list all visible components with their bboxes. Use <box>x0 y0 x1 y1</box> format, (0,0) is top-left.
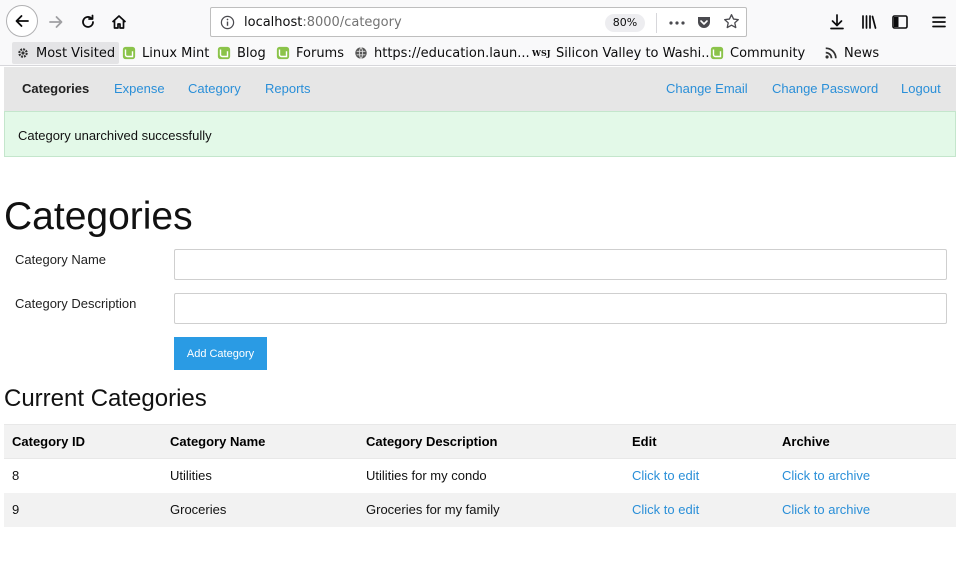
add-category-button[interactable]: Add Category <box>174 337 267 370</box>
bookmark-label: Silicon Valley to Washi... <box>556 45 714 61</box>
archive-link[interactable]: Click to archive <box>782 502 870 517</box>
archive-cell: Click to archive <box>774 492 956 527</box>
bookmark-news[interactable]: News <box>824 42 879 64</box>
bookmark-label: https://education.laun... <box>374 45 530 61</box>
bookmark-most-visited[interactable]: Most Visited <box>12 42 120 64</box>
bookmark-forums[interactable]: Forums <box>276 42 344 64</box>
page-content: Categories Expense Category Reports Chan… <box>4 67 956 571</box>
column-header-description: Category Description <box>358 424 624 459</box>
column-header-archive: Archive <box>774 424 956 459</box>
bookmark-label: Community <box>730 45 806 61</box>
linux-mint-icon <box>276 46 290 60</box>
nav-link-reports[interactable]: Reports <box>265 81 311 96</box>
edit-link[interactable]: Click to edit <box>632 502 699 517</box>
bookmark-linux-mint[interactable]: Linux Mint <box>122 42 209 64</box>
forward-button[interactable] <box>40 6 72 38</box>
linux-mint-icon <box>122 46 136 60</box>
bookmark-label: News <box>844 45 880 61</box>
bookmark-label: Linux Mint <box>142 45 210 61</box>
category-description-input[interactable] <box>174 293 947 324</box>
info-icon <box>220 15 235 30</box>
arrow-left-icon <box>15 15 29 27</box>
bookmark-education[interactable]: https://education.laun... <box>354 42 530 64</box>
browser-toolbar: localhost:8000/category 80% <box>0 0 956 40</box>
table-row: 8 Utilities Utilities for my condo Click… <box>4 458 956 493</box>
url-bar-divider <box>656 13 657 33</box>
page-title: Categories <box>4 195 193 238</box>
nav-brand[interactable]: Categories <box>22 81 89 96</box>
bookmark-label: Forums <box>296 45 344 61</box>
sidebar-icon <box>892 15 908 29</box>
top-navbar: Categories Expense Category Reports Chan… <box>4 67 956 111</box>
table-header-row: Category ID Category Name Category Descr… <box>4 424 956 459</box>
downloads-button[interactable] <box>821 6 853 38</box>
home-button[interactable] <box>103 6 135 38</box>
library-icon <box>862 15 877 29</box>
bookmark-star-icon[interactable] <box>723 13 740 30</box>
linux-mint-icon <box>217 46 231 60</box>
menu-button[interactable] <box>923 6 955 38</box>
globe-icon <box>355 47 367 59</box>
nav-link-category[interactable]: Category <box>188 81 241 96</box>
archive-link[interactable]: Click to archive <box>782 468 870 483</box>
home-icon <box>111 15 127 29</box>
category-name-cell: Utilities <box>162 458 358 493</box>
category-name-label: Category Name <box>15 252 107 267</box>
arrow-right-icon <box>49 16 63 28</box>
zoom-level-badge[interactable]: 80% <box>605 14 645 32</box>
bookmark-blog[interactable]: Blog <box>217 42 266 64</box>
category-name-cell: Groceries <box>162 492 358 527</box>
bookmark-label: Blog <box>237 45 266 61</box>
bookmark-label: Most Visited <box>36 45 116 61</box>
linux-mint-icon <box>710 46 724 60</box>
back-button[interactable] <box>6 5 38 37</box>
gear-icon <box>18 48 28 58</box>
category-name-input[interactable] <box>174 249 947 280</box>
flash-message: Category unarchived successfully <box>4 111 956 157</box>
category-description-cell: Utilities for my condo <box>358 458 624 493</box>
pocket-icon[interactable] <box>696 14 712 30</box>
url-bar[interactable]: localhost:8000/category 80% <box>210 7 747 37</box>
bookmark-wsj[interactable]: WSJ Silicon Valley to Washi... <box>532 42 714 64</box>
column-header-edit: Edit <box>624 424 774 459</box>
sidebar-button[interactable] <box>884 6 916 38</box>
bookmarks-toolbar: Most Visited Linux Mint Blog Forums http… <box>0 40 956 66</box>
column-header-name: Category Name <box>162 424 358 459</box>
nav-link-expense[interactable]: Expense <box>114 81 165 96</box>
category-description-cell: Groceries for my family <box>358 492 624 527</box>
archive-cell: Click to archive <box>774 458 956 493</box>
edit-cell: Click to edit <box>624 458 774 493</box>
nav-link-logout[interactable]: Logout <box>901 81 941 96</box>
library-button[interactable] <box>853 6 885 38</box>
edit-cell: Click to edit <box>624 492 774 527</box>
reload-button[interactable] <box>72 6 104 38</box>
reload-icon <box>82 14 94 28</box>
wsj-icon: WSJ <box>532 48 551 58</box>
more-actions-icon[interactable] <box>668 16 686 30</box>
edit-link[interactable]: Click to edit <box>632 468 699 483</box>
download-icon <box>830 14 844 30</box>
rss-icon <box>825 47 837 59</box>
table-row: 9 Groceries Groceries for my family Clic… <box>4 492 956 527</box>
category-id-cell: 9 <box>4 492 162 527</box>
category-description-label: Category Description <box>15 296 137 311</box>
bookmark-community[interactable]: Community <box>710 42 805 64</box>
categories-table: Category ID Category Name Category Descr… <box>4 424 956 527</box>
nav-link-change-password[interactable]: Change Password <box>772 81 878 96</box>
category-id-cell: 8 <box>4 458 162 493</box>
url-text[interactable]: localhost:8000/category <box>244 15 402 30</box>
current-categories-heading: Current Categories <box>4 385 207 412</box>
hamburger-menu-icon <box>932 16 946 28</box>
url-path: :8000/category <box>302 15 402 30</box>
nav-link-change-email[interactable]: Change Email <box>666 81 748 96</box>
url-host: localhost <box>244 15 303 30</box>
column-header-id: Category ID <box>4 424 162 459</box>
